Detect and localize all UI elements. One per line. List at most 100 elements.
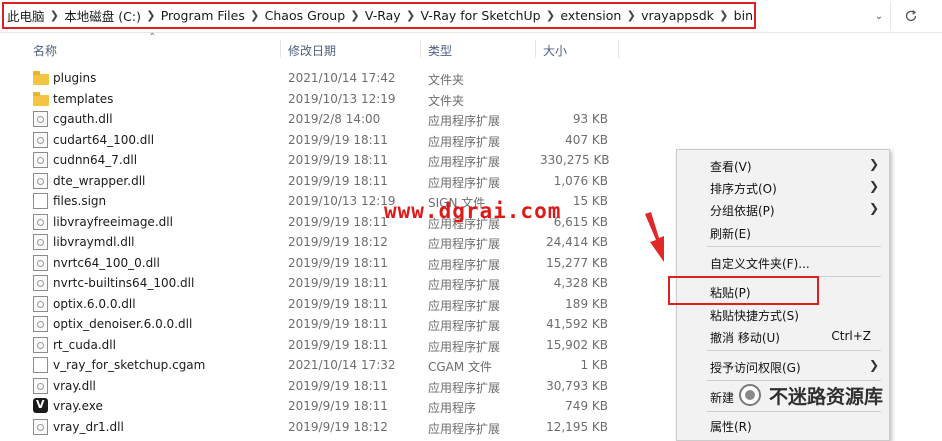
breadcrumb-extension[interactable]: extension <box>559 8 622 23</box>
menu-item-shortcut: Ctrl+Z <box>831 329 871 343</box>
menu-item-sort[interactable]: 排序方式(O) ❯ <box>677 176 889 198</box>
menu-item-paste-shortcut[interactable]: 粘贴快捷方式(S) <box>677 303 889 325</box>
vray-app-icon <box>33 398 48 413</box>
file-date: 2019/9/19 18:11 <box>288 214 388 229</box>
file-type: 文件夹 <box>428 73 465 87</box>
file-name: nvrtc64_100_0.dll <box>53 255 160 270</box>
file-size: 749 KB <box>565 399 608 413</box>
dll-file-icon <box>33 275 48 291</box>
breadcrumb-chaos-group[interactable]: Chaos Group <box>264 8 347 23</box>
file-date: 2019/9/19 18:11 <box>288 132 388 147</box>
file-row[interactable]: templates 2019/10/13 12:19 文件夹 <box>0 89 942 110</box>
address-history-dropdown[interactable]: ⌄ <box>868 4 890 28</box>
menu-item-label: 新建 <box>710 391 735 405</box>
menu-item-properties[interactable]: 属性(R) <box>677 414 889 436</box>
breadcrumb-program-files[interactable]: Program Files <box>160 8 246 23</box>
dll-file-icon <box>33 172 48 189</box>
file-row[interactable]: cudart64_100.dll 2019/9/19 18:11 应用程序扩展 407… <box>0 130 942 151</box>
breadcrumb-local-disk[interactable]: 本地磁盘 (C:) <box>63 6 142 25</box>
file-size: 41,592 KB <box>546 317 608 331</box>
menu-item-refresh[interactable]: 刷新(E) <box>677 221 889 243</box>
file-icon <box>33 357 48 373</box>
breadcrumb-v-ray-for-sketchup[interactable]: V-Ray for SketchUp <box>419 8 541 23</box>
file-date: 2019/9/19 18:11 <box>288 296 388 311</box>
menu-item-label: 粘贴快捷方式(S) <box>710 309 799 323</box>
dll-file-icon <box>33 213 48 230</box>
file-name: optix.6.0.0.dll <box>53 296 136 311</box>
refresh-button[interactable] <box>890 2 931 30</box>
chevron-right-icon[interactable]: ❯ <box>246 9 264 22</box>
column-divider[interactable] <box>618 40 619 58</box>
chevron-right-icon[interactable]: ❯ <box>46 9 64 22</box>
file-type: 文件夹 <box>428 93 465 108</box>
menu-item-group[interactable]: 分组依据(P) ❯ <box>677 198 889 220</box>
file-size: 330,275 KB <box>540 153 610 167</box>
chevron-right-icon: ❯ <box>868 157 879 171</box>
file-name: libvrayfreeimage.dll <box>53 214 173 229</box>
chevron-right-icon[interactable]: ❯ <box>622 9 640 22</box>
annotation-arrow-icon <box>645 212 664 262</box>
menu-item-grant-access[interactable]: 授予访问权限(G) ❯ <box>677 355 889 377</box>
file-name: rt_cuda.dll <box>53 337 116 352</box>
file-size: 12,195 KB <box>546 419 608 434</box>
column-header-size[interactable]: 大小 <box>543 42 567 59</box>
menu-item-view[interactable]: 查看(V) ❯ <box>677 154 889 176</box>
menu-separator <box>707 350 881 351</box>
chevron-right-icon[interactable]: ❯ <box>402 9 420 22</box>
dll-file-icon <box>33 295 48 312</box>
file-date: 2019/9/19 18:11 <box>288 378 388 393</box>
file-date: 2019/9/19 18:12 <box>288 235 388 249</box>
column-header-name[interactable]: 名称 <box>33 42 57 59</box>
menu-item-label: 自定义文件夹(F)... <box>710 257 810 271</box>
file-size: 15,277 KB <box>546 255 608 270</box>
column-header-date[interactable]: 修改日期 <box>288 42 336 59</box>
file-size: 30,793 KB <box>546 378 608 393</box>
file-type: 应用程序扩展 <box>428 380 501 395</box>
address-bar[interactable]: 此电脑 ❯ 本地磁盘 (C:) ❯ Program Files ❯ Chaos … <box>0 0 942 33</box>
menu-item-undo[interactable]: 撤消 移动(U) Ctrl+Z <box>677 325 889 347</box>
file-type: 应用程序扩展 <box>428 421 501 436</box>
breadcrumb-v-ray[interactable]: V-Ray <box>364 8 402 23</box>
folder-icon <box>33 71 49 85</box>
menu-separator <box>707 246 881 247</box>
folder-icon <box>33 91 49 106</box>
file-row[interactable]: plugins 2021/10/14 17:42 文件夹 <box>0 68 942 89</box>
watermark-text: www.dgrai.com <box>384 199 562 223</box>
dll-file-icon <box>33 418 48 435</box>
file-date: 2019/10/13 12:19 <box>288 194 396 208</box>
menu-item-label: 属性(R) <box>710 420 752 434</box>
dll-file-icon <box>33 234 48 250</box>
chevron-down-icon: ⌄ <box>874 10 884 22</box>
paste-highlight-box <box>668 276 819 305</box>
file-date: 2019/2/8 14:00 <box>288 112 381 126</box>
file-name: dte_wrapper.dll <box>53 173 146 188</box>
menu-item-label: 撤消 移动(U) <box>710 331 780 345</box>
file-row[interactable]: cgauth.dll 2019/2/8 14:00 应用程序扩展 93 KB <box>0 109 942 130</box>
chevron-right-icon[interactable]: ❯ <box>715 9 733 22</box>
file-type: 应用程序扩展 <box>428 257 501 272</box>
chevron-right-icon[interactable]: ❯ <box>346 9 364 22</box>
breadcrumb[interactable]: 此电脑 ❯ 本地磁盘 (C:) ❯ Program Files ❯ Chaos … <box>2 2 756 29</box>
file-type: CGAM 文件 <box>428 360 493 374</box>
file-name: nvrtc-builtins64_100.dll <box>53 276 195 290</box>
file-name: plugins <box>53 71 97 85</box>
file-type: 应用程序扩展 <box>428 134 501 149</box>
column-divider[interactable] <box>280 40 281 58</box>
file-type: 应用程序扩展 <box>428 298 501 313</box>
file-name: vray_dr1.dll <box>53 419 124 434</box>
chevron-right-icon[interactable]: ❯ <box>542 9 560 22</box>
chevron-right-icon[interactable]: ❯ <box>142 9 160 22</box>
breadcrumb-bin[interactable]: bin <box>733 8 754 23</box>
breadcrumb-this-pc[interactable]: 此电脑 <box>6 6 46 25</box>
column-divider[interactable] <box>420 40 421 58</box>
file-date: 2021/10/14 17:42 <box>288 71 396 85</box>
file-icon <box>33 193 48 209</box>
column-divider[interactable] <box>535 40 536 58</box>
file-date: 2019/9/19 18:11 <box>288 399 388 413</box>
breadcrumb-vrayappsdk[interactable]: vrayappsdk <box>640 8 715 23</box>
menu-item-customize-folder[interactable]: 自定义文件夹(F)... <box>677 251 889 273</box>
column-header-type[interactable]: 类型 <box>428 42 452 59</box>
file-type: 应用程序 <box>428 401 477 415</box>
dll-file-icon <box>33 111 48 127</box>
menu-item-label: 分组依据(P) <box>710 204 775 218</box>
